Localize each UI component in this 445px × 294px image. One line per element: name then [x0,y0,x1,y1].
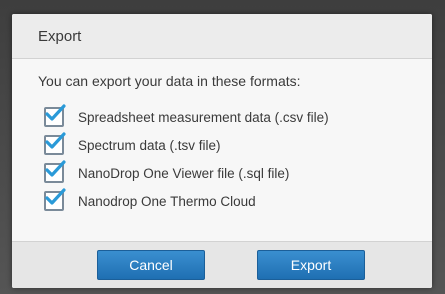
checkmark-icon [45,160,66,177]
cancel-button[interactable]: Cancel [97,250,205,280]
option-cloud[interactable]: Nanodrop One Thermo Cloud [38,187,432,215]
tsv-option-label: Spectrum data (.tsv file) [78,137,221,153]
checkmark-icon [45,104,66,121]
checkmark-icon [45,188,66,205]
cloud-option-label: Nanodrop One Thermo Cloud [78,193,256,209]
option-csv[interactable]: Spreadsheet measurement data (.csv file) [38,103,432,131]
tsv-checkbox[interactable] [44,132,66,155]
dialog-footer: Cancel Export [12,241,432,288]
export-button[interactable]: Export [257,250,365,280]
option-sql[interactable]: NanoDrop One Viewer file (.sql file) [38,159,432,187]
dialog-body: You can export your data in these format… [12,59,432,215]
csv-checkbox[interactable] [44,104,66,127]
export-prompt: You can export your data in these format… [38,73,301,89]
screen-background: Export You can export your data in these… [0,0,445,294]
cloud-checkbox[interactable] [44,188,66,211]
sql-checkbox[interactable] [44,160,66,183]
csv-option-label: Spreadsheet measurement data (.csv file) [78,109,329,125]
sql-option-label: NanoDrop One Viewer file (.sql file) [78,165,290,181]
checkmark-icon [45,132,66,149]
option-tsv[interactable]: Spectrum data (.tsv file) [38,131,432,159]
dialog-header: Export [12,14,432,59]
dialog-title: Export [38,27,82,45]
export-dialog: Export You can export your data in these… [12,14,432,288]
